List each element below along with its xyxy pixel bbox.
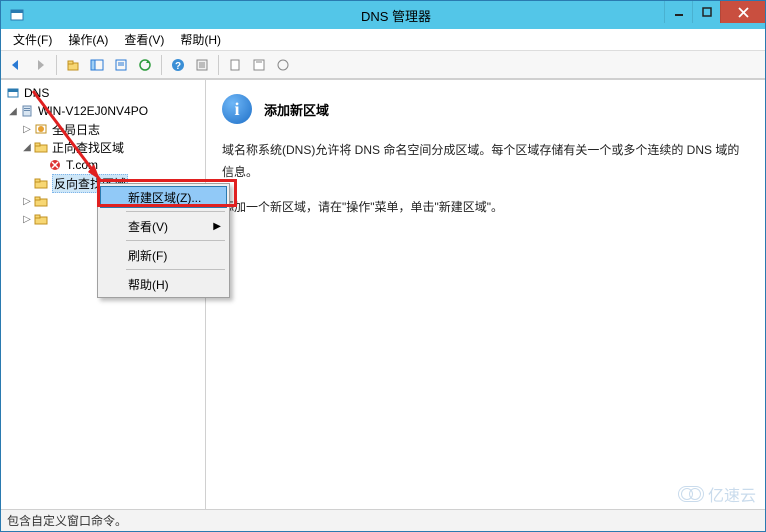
tree-label: WIN-V12EJ0NV4PO bbox=[38, 104, 148, 118]
back-button[interactable] bbox=[5, 54, 27, 76]
collapse-icon[interactable]: ◢ bbox=[7, 106, 19, 117]
toolbar: ? bbox=[1, 51, 765, 79]
tree-root-dns[interactable]: DNS bbox=[1, 84, 205, 102]
tree-label: T.com bbox=[66, 158, 98, 172]
expand-icon[interactable]: ▷ bbox=[21, 124, 33, 135]
close-button[interactable] bbox=[720, 1, 765, 23]
forward-button[interactable] bbox=[29, 54, 51, 76]
menu-action[interactable]: 操作(A) bbox=[60, 29, 116, 50]
content-body-2: 添加一个新区域，请在"操作"菜单，单击"新建区域"。 bbox=[222, 197, 749, 219]
expand-icon[interactable]: ▷ bbox=[21, 214, 33, 225]
context-menu: 新建区域(Z)... 查看(V) ▶ 刷新(F) 帮助(H) bbox=[97, 183, 230, 298]
content-body-1: 域名称系统(DNS)允许将 DNS 命名空间分成区域。每个区域存储有关一个或多个… bbox=[222, 140, 749, 183]
watermark-text: 亿速云 bbox=[708, 482, 756, 506]
folder-icon bbox=[33, 211, 49, 227]
menu-file[interactable]: 文件(F) bbox=[5, 29, 60, 50]
tree-label: 正向查找区域 bbox=[52, 139, 124, 156]
tree-forward-zone[interactable]: ◢ 正向查找区域 bbox=[1, 138, 205, 156]
watermark: 亿速云 bbox=[678, 482, 756, 506]
ctx-help[interactable]: 帮助(H) bbox=[100, 273, 227, 295]
ctx-label: 新建区域(Z)... bbox=[128, 189, 201, 206]
watermark-icon bbox=[678, 486, 704, 502]
tree-label: DNS bbox=[24, 86, 49, 100]
app-icon bbox=[7, 5, 27, 25]
ctx-new-zone[interactable]: 新建区域(Z)... bbox=[100, 186, 227, 208]
server-icon bbox=[19, 103, 35, 119]
menu-view[interactable]: 查看(V) bbox=[116, 29, 172, 50]
tree-server[interactable]: ◢ WIN-V12EJ0NV4PO bbox=[1, 102, 205, 120]
maximize-button[interactable] bbox=[692, 1, 720, 23]
status-text: 包含自定义窗口命令。 bbox=[7, 512, 127, 529]
toolbar-separator bbox=[161, 55, 162, 75]
ctx-refresh[interactable]: 刷新(F) bbox=[100, 244, 227, 266]
titlebar: DNS 管理器 bbox=[1, 1, 765, 29]
toolbar-separator bbox=[56, 55, 57, 75]
statusbar: 包含自定义窗口命令。 bbox=[1, 509, 765, 531]
svg-text:?: ? bbox=[175, 61, 181, 72]
log-icon bbox=[33, 121, 49, 137]
ctx-label: 查看(V) bbox=[128, 218, 168, 235]
collapse-icon[interactable]: ◢ bbox=[21, 142, 33, 153]
expand-icon[interactable]: ▷ bbox=[21, 196, 33, 207]
menu-help[interactable]: 帮助(H) bbox=[172, 29, 229, 50]
up-button[interactable] bbox=[62, 54, 84, 76]
window-title: DNS 管理器 bbox=[27, 6, 765, 25]
export-button[interactable] bbox=[110, 54, 132, 76]
ctx-separator bbox=[126, 211, 225, 212]
toolbar-separator bbox=[218, 55, 219, 75]
ctx-separator bbox=[126, 269, 225, 270]
help-button[interactable]: ? bbox=[167, 54, 189, 76]
refresh-button[interactable] bbox=[134, 54, 156, 76]
folder-icon bbox=[33, 193, 49, 209]
info-icon: i bbox=[222, 94, 252, 124]
show-hide-tree-button[interactable] bbox=[86, 54, 108, 76]
submenu-arrow-icon: ▶ bbox=[213, 221, 221, 232]
ctx-label: 刷新(F) bbox=[128, 247, 167, 264]
content-pane: i 添加新区域 域名称系统(DNS)允许将 DNS 命名空间分成区域。每个区域存… bbox=[206, 80, 765, 509]
folder-icon bbox=[33, 175, 49, 191]
ctx-separator bbox=[126, 240, 225, 241]
content-title: 添加新区域 bbox=[264, 100, 329, 119]
folder-icon bbox=[33, 139, 49, 155]
action-button[interactable] bbox=[272, 54, 294, 76]
menubar: 文件(F) 操作(A) 查看(V) 帮助(H) bbox=[1, 29, 765, 51]
tree-label: 全局日志 bbox=[52, 121, 100, 138]
error-icon bbox=[47, 157, 63, 173]
tree-global-log[interactable]: ▷ 全局日志 bbox=[1, 120, 205, 138]
filter-button[interactable] bbox=[248, 54, 270, 76]
tree-zone-tcom[interactable]: T.com bbox=[1, 156, 205, 174]
minimize-button[interactable] bbox=[664, 1, 692, 23]
dns-icon bbox=[5, 85, 21, 101]
new-window-button[interactable] bbox=[224, 54, 246, 76]
ctx-label: 帮助(H) bbox=[128, 276, 169, 293]
ctx-view[interactable]: 查看(V) ▶ bbox=[100, 215, 227, 237]
properties-button[interactable] bbox=[191, 54, 213, 76]
